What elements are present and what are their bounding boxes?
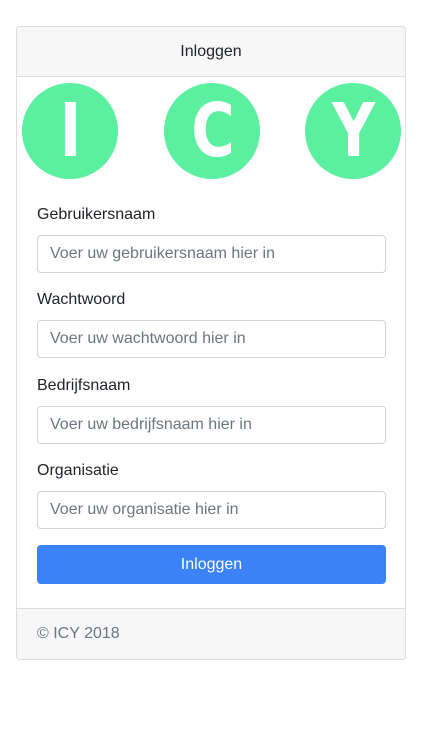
logo-letter-y: Y [305, 83, 401, 179]
login-button[interactable]: Inloggen [37, 545, 386, 584]
page-title: Inloggen [180, 42, 242, 60]
card-footer: © ICY 2018 [17, 608, 405, 659]
password-label: Wachtwoord [37, 291, 126, 308]
login-form: Gebruikersnaam Wachtwoord Bedrijfsnaam O… [17, 205, 405, 584]
username-field[interactable] [37, 235, 386, 273]
copyright-text: © ICY 2018 [37, 625, 120, 642]
login-card: Inloggen I C Y Gebruikersnaam Wachtwoord… [16, 26, 406, 660]
username-label: Gebruikersnaam [37, 206, 156, 223]
company-field[interactable] [37, 406, 386, 444]
password-field[interactable] [37, 320, 386, 358]
card-header: Inloggen [17, 27, 405, 77]
logo-letter-i: I [22, 83, 118, 179]
company-label: Bedrijfsnaam [37, 377, 131, 394]
logo-letter-c: C [164, 83, 260, 179]
organisation-label: Organisatie [37, 462, 119, 479]
organisation-field[interactable] [37, 491, 386, 529]
icy-logo: I C Y [17, 77, 405, 187]
